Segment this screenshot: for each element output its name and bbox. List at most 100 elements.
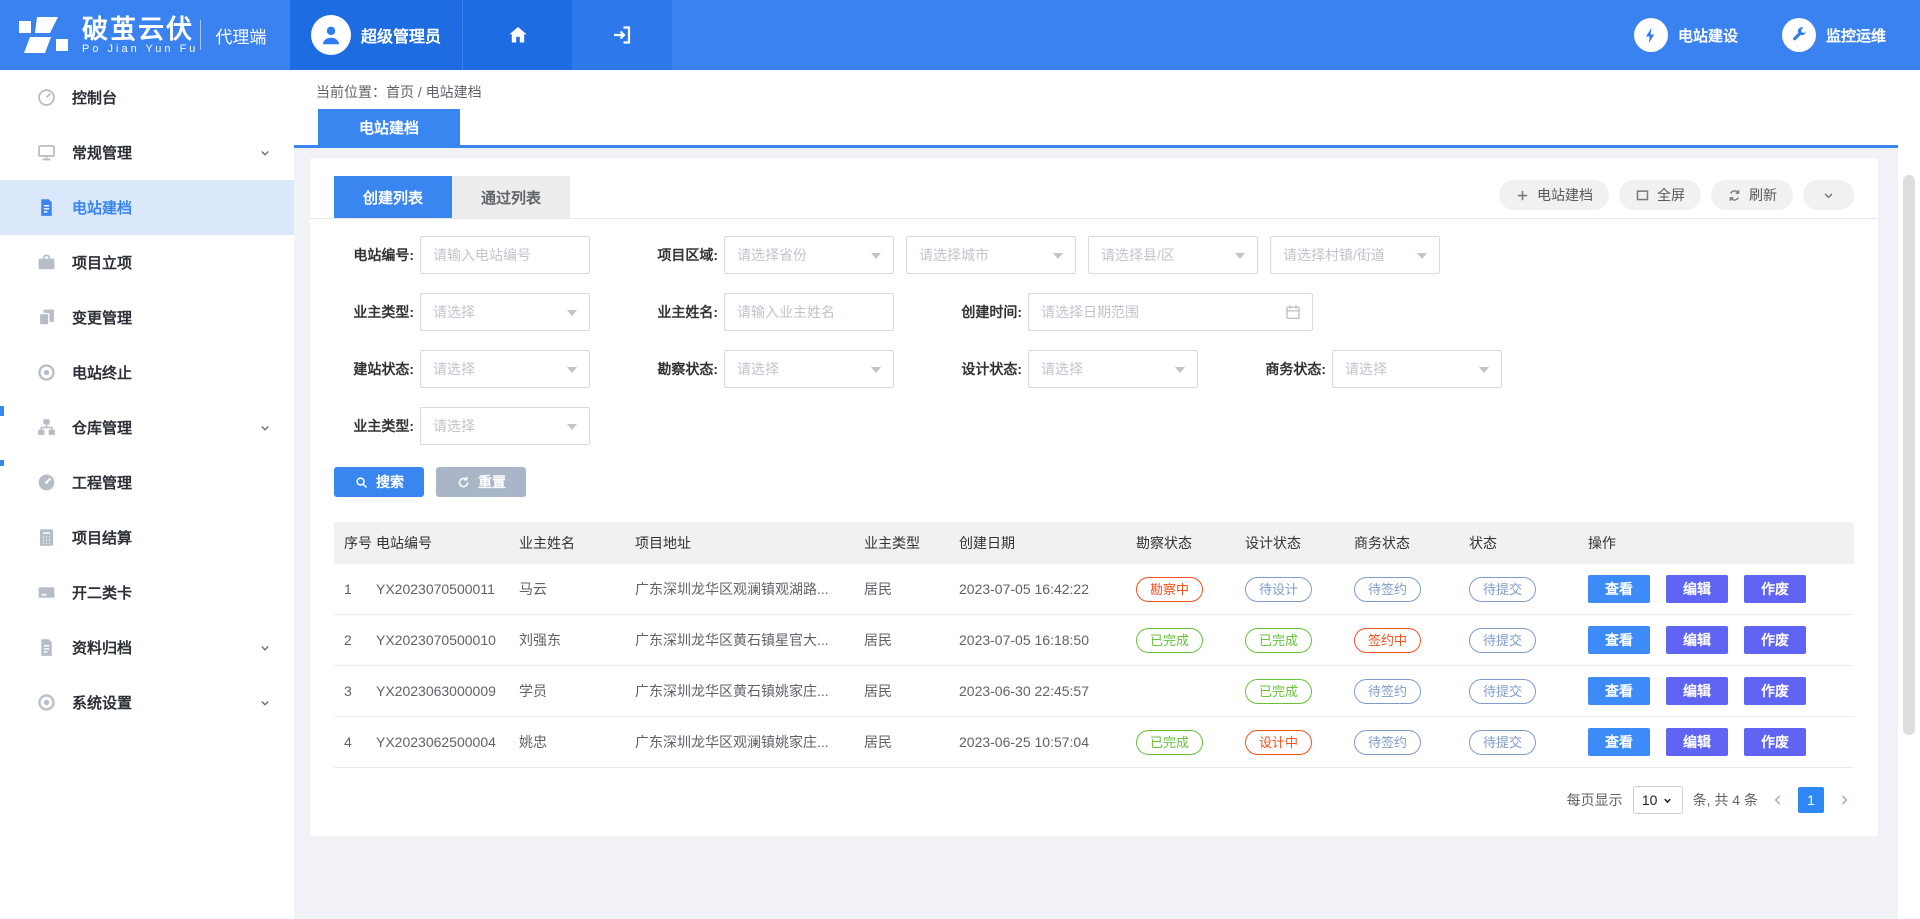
sidebar-item-briefcase[interactable]: 项目立项 bbox=[0, 235, 294, 290]
current-user[interactable]: 超级管理员 bbox=[290, 0, 462, 70]
sidebar-item-target[interactable]: 电站终止 bbox=[0, 345, 294, 400]
filter-label: 电站编号: bbox=[334, 245, 414, 265]
list-tab[interactable]: 通过列表 bbox=[452, 176, 570, 218]
view-button[interactable]: 查看 bbox=[1588, 575, 1650, 603]
county-select[interactable]: 请选择县/区 bbox=[1088, 236, 1258, 274]
placeholder-text: 请选择 bbox=[1345, 359, 1387, 379]
owner-type-select-2[interactable]: 请选择 bbox=[420, 407, 590, 445]
caret-down-icon bbox=[1479, 367, 1489, 373]
build-status-select[interactable]: 请选择 bbox=[420, 350, 590, 388]
column-header: 项目地址 bbox=[635, 533, 864, 553]
view-button[interactable]: 查看 bbox=[1588, 626, 1650, 654]
reset-button[interactable]: 重置 bbox=[436, 467, 526, 497]
header-nav-lightning[interactable]: 电站建设 bbox=[1634, 18, 1738, 52]
table-row: 1YX2023070500011马云广东深圳龙华区观澜镇观湖路...居民2023… bbox=[334, 564, 1854, 615]
page-tab[interactable]: 电站建档 bbox=[318, 109, 460, 145]
status-badge: 待签约 bbox=[1354, 679, 1421, 704]
logout-button[interactable] bbox=[572, 0, 672, 70]
plus-pill-button[interactable]: 电站建档 bbox=[1499, 180, 1609, 210]
station-code-input[interactable]: 请输入电站编号 bbox=[420, 236, 590, 274]
status-badge: 待签约 bbox=[1354, 577, 1421, 602]
owner-type: 居民 bbox=[864, 630, 959, 650]
design-status: 设计中 bbox=[1245, 730, 1354, 755]
column-header: 创建日期 bbox=[959, 533, 1136, 553]
view-button[interactable]: 查看 bbox=[1588, 677, 1650, 705]
sidebar-item-file[interactable]: 资料归档 bbox=[0, 620, 294, 675]
caret-down-icon bbox=[567, 310, 577, 316]
sidebar-item-document[interactable]: 电站建档 bbox=[0, 180, 294, 235]
status-badge: 签约中 bbox=[1354, 628, 1421, 653]
list-tab[interactable]: 创建列表 bbox=[334, 176, 452, 218]
main-area: 当前位置：首页 / 电站建档 电站建档 创建列表通过列表 电站建档全屏刷新 电站… bbox=[294, 70, 1898, 919]
province-select[interactable]: 请选择省份 bbox=[724, 236, 894, 274]
business-status: 签约中 bbox=[1354, 628, 1469, 653]
placeholder-text: 请选择日期范围 bbox=[1041, 302, 1139, 322]
sidebar-item-monitor[interactable]: 常规管理 bbox=[0, 125, 294, 180]
monitor-icon bbox=[36, 142, 57, 163]
edit-button[interactable]: 编辑 bbox=[1666, 626, 1728, 654]
header-nav-wrench[interactable]: 监控运维 bbox=[1782, 18, 1886, 52]
filter-label: 项目区域: bbox=[638, 245, 718, 265]
document-icon bbox=[36, 197, 57, 218]
calendar-icon bbox=[1284, 303, 1302, 321]
city-select[interactable]: 请选择城市 bbox=[906, 236, 1076, 274]
survey-status-select[interactable]: 请选择 bbox=[724, 350, 894, 388]
search-button[interactable]: 搜索 bbox=[334, 467, 424, 497]
owner-name: 姚忠 bbox=[519, 732, 635, 752]
owner-type-select[interactable]: 请选择 bbox=[420, 293, 590, 331]
toolbar-buttons: 电站建档全屏刷新 bbox=[1499, 180, 1854, 210]
refresh-pill-button[interactable]: 刷新 bbox=[1711, 180, 1793, 210]
sidebar: 控制台常规管理电站建档项目立项变更管理电站终止仓库管理工程管理项目结算开二类卡资… bbox=[0, 70, 294, 919]
sidebar-item-dashboard[interactable]: 控制台 bbox=[0, 70, 294, 125]
placeholder-text: 请选择县/区 bbox=[1101, 245, 1175, 265]
column-header: 勘察状态 bbox=[1136, 533, 1245, 553]
list-toolbar: 创建列表通过列表 电站建档全屏刷新 bbox=[310, 158, 1878, 219]
filter-label: 业主类型: bbox=[334, 302, 414, 322]
column-header: 状态 bbox=[1469, 533, 1588, 553]
prev-page-button[interactable] bbox=[1768, 787, 1788, 813]
monitor-icon bbox=[36, 142, 57, 163]
sidebar-item-label: 电站终止 bbox=[72, 362, 132, 383]
create-date-range[interactable]: 请选择日期范围 bbox=[1028, 293, 1313, 331]
filter-row: 电站编号: 请输入电站编号 项目区域: 请选择省份请选择城市 请选择县/区 请选择村镇/街… bbox=[334, 236, 1854, 274]
void-button[interactable]: 作废 bbox=[1744, 575, 1806, 603]
sidebar-item-settings[interactable]: 系统设置 bbox=[0, 675, 294, 730]
void-button[interactable]: 作废 bbox=[1744, 626, 1806, 654]
scrollbar-thumb[interactable] bbox=[1903, 175, 1915, 735]
collapse-pill-button[interactable] bbox=[1803, 180, 1854, 210]
column-header: 序号 bbox=[334, 533, 376, 553]
business-status-select[interactable]: 请选择 bbox=[1332, 350, 1502, 388]
station-code: YX2023070500010 bbox=[376, 632, 519, 648]
sidebar-item-gauge[interactable]: 工程管理 bbox=[0, 455, 294, 510]
filter-label: 设计状态: bbox=[942, 359, 1022, 379]
sidebar-item-label: 项目结算 bbox=[72, 527, 132, 548]
reset-icon bbox=[456, 475, 471, 490]
town-select[interactable]: 请选择村镇/街道 bbox=[1270, 236, 1440, 274]
fullscreen-pill-button[interactable]: 全屏 bbox=[1619, 180, 1701, 210]
owner-name-input[interactable]: 请输入业主姓名 bbox=[724, 293, 894, 331]
edit-button[interactable]: 编辑 bbox=[1666, 575, 1728, 603]
sidebar-item-card[interactable]: 开二类卡 bbox=[0, 565, 294, 620]
column-header: 电站编号 bbox=[376, 533, 519, 553]
calculator-icon bbox=[36, 527, 57, 548]
owner-type: 居民 bbox=[864, 681, 959, 701]
per-page-select[interactable]: 10 bbox=[1633, 786, 1683, 814]
void-button[interactable]: 作废 bbox=[1744, 728, 1806, 756]
filter-group: 业主类型:请选择 bbox=[334, 407, 590, 445]
sidebar-item-sitemap[interactable]: 仓库管理 bbox=[0, 400, 294, 455]
view-button[interactable]: 查看 bbox=[1588, 728, 1650, 756]
next-page-button[interactable] bbox=[1834, 787, 1854, 813]
void-button[interactable]: 作废 bbox=[1744, 677, 1806, 705]
filter-label: 商务状态: bbox=[1246, 359, 1326, 379]
sitemap-icon bbox=[36, 417, 57, 438]
submit-status: 待提交 bbox=[1469, 577, 1588, 602]
design-status-select[interactable]: 请选择 bbox=[1028, 350, 1198, 388]
created-date: 2023-06-25 10:57:04 bbox=[959, 734, 1136, 750]
edit-button[interactable]: 编辑 bbox=[1666, 728, 1728, 756]
filter-group: 项目区域: 请选择省份请选择城市 请选择县/区 请选择村镇/街道 bbox=[638, 236, 1440, 274]
sidebar-item-copy[interactable]: 变更管理 bbox=[0, 290, 294, 345]
page-number[interactable]: 1 bbox=[1798, 787, 1824, 813]
sidebar-item-calculator[interactable]: 项目结算 bbox=[0, 510, 294, 565]
edit-button[interactable]: 编辑 bbox=[1666, 677, 1728, 705]
home-button[interactable] bbox=[462, 0, 572, 70]
